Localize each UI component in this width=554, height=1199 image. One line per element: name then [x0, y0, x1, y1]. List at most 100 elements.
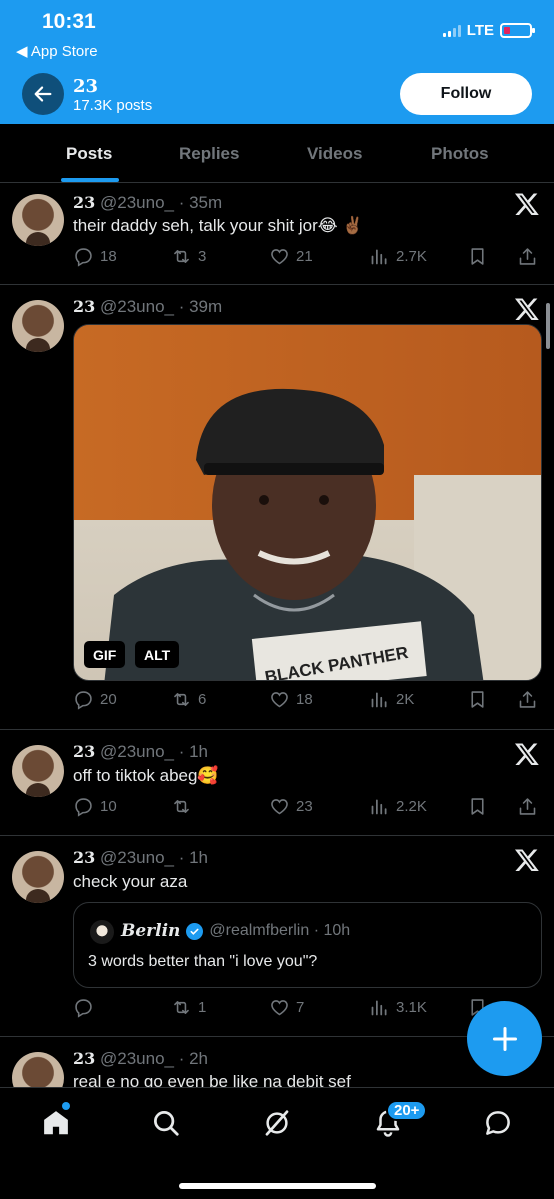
gif-badge[interactable]: GIF	[84, 641, 126, 668]
like-button[interactable]: 23	[269, 796, 313, 817]
post-meta: 23 @23uno_ · 1h	[73, 742, 208, 762]
post-text: check your aza	[73, 872, 188, 891]
avatar[interactable]	[12, 300, 64, 352]
post[interactable]: 23 @23uno_ · 1h check your aza Berlin @r…	[0, 836, 554, 1037]
post[interactable]: 23 @23uno_ · 35m their daddy seh, talk y…	[0, 183, 554, 285]
views-button[interactable]: 3.1K	[369, 997, 427, 1018]
scrollbar[interactable]	[546, 303, 550, 349]
repost-button[interactable]: 1	[171, 997, 206, 1018]
avatar[interactable]	[12, 1052, 64, 1087]
profile-header: 10:31 ◀ App Store LTE 23 17.3K posts Fol…	[0, 0, 554, 124]
status-indicators: LTE	[442, 22, 535, 39]
reply-count: 10	[100, 798, 117, 815]
reply-button[interactable]	[73, 997, 94, 1018]
heart-icon	[271, 249, 288, 265]
reply-icon	[75, 691, 92, 710]
share-button[interactable]	[517, 246, 538, 267]
quote-author-name[interactable]: Berlin	[121, 921, 180, 941]
home-indicator	[179, 1183, 376, 1189]
quoted-post[interactable]: Berlin @realmfberlin · 10h 3 words bette…	[73, 902, 542, 988]
view-count: 3.1K	[396, 999, 427, 1016]
view-count: 2.7K	[396, 248, 427, 265]
reply-count: 20	[100, 691, 117, 708]
compose-post-button[interactable]	[467, 1001, 542, 1076]
reply-button[interactable]: 18	[73, 246, 117, 267]
like-count: 23	[296, 798, 313, 815]
alt-badge[interactable]: ALT	[135, 641, 180, 668]
avatar[interactable]	[12, 194, 64, 246]
share-icon	[519, 798, 536, 815]
repost-button[interactable]: 3	[171, 246, 206, 267]
plus-icon	[492, 1026, 517, 1051]
view-count: 2K	[396, 691, 415, 708]
post[interactable]: 23 @23uno_ · 39m BLACK PANTHER GIF ALT 2…	[0, 285, 554, 730]
x-logo-icon[interactable]	[514, 847, 540, 873]
author-name[interactable]: 23	[73, 742, 95, 761]
gif-person-image: BLACK PANTHER	[104, 388, 484, 680]
post-count: 17.3K posts	[73, 97, 153, 114]
back-button[interactable]	[22, 73, 64, 115]
views-button[interactable]: 2K	[369, 689, 414, 710]
author-name[interactable]: 23	[73, 297, 95, 316]
repost-count: 1	[198, 999, 207, 1016]
reply-button[interactable]: 10	[73, 796, 117, 817]
share-icon	[519, 248, 536, 265]
tab-posts[interactable]: Posts	[66, 144, 112, 164]
x-logo-icon[interactable]	[514, 741, 540, 767]
views-button[interactable]: 2.2K	[369, 796, 427, 817]
views-button[interactable]: 2.7K	[369, 246, 427, 267]
share-button[interactable]	[517, 796, 538, 817]
handle-time: @23uno_ · 1h	[100, 742, 209, 761]
quote-meta: Berlin @realmfberlin · 10h	[121, 921, 350, 941]
nav-home[interactable]	[39, 1106, 73, 1140]
x-logo-icon[interactable]	[514, 296, 540, 322]
repost-icon	[174, 800, 189, 813]
handle-time: @23uno_ · 1h	[100, 848, 209, 867]
tab-replies[interactable]: Replies	[179, 144, 239, 164]
nav-search[interactable]	[149, 1106, 183, 1140]
repost-count: 6	[198, 691, 207, 708]
repost-button[interactable]: 6	[171, 689, 206, 710]
bookmark-icon	[471, 248, 484, 265]
post[interactable]: 23 @23uno_ · 1h off to tiktok abeg🥰 10 2…	[0, 730, 554, 836]
nav-grok[interactable]	[260, 1106, 294, 1140]
bookmark-button[interactable]	[467, 796, 488, 817]
like-button[interactable]: 21	[269, 246, 313, 267]
nav-messages[interactable]	[481, 1106, 515, 1140]
like-count: 21	[296, 248, 313, 265]
like-count: 18	[296, 691, 313, 708]
like-button[interactable]: 7	[269, 997, 304, 1018]
x-logo-icon[interactable]	[514, 191, 540, 217]
tab-videos[interactable]: Videos	[307, 144, 362, 164]
quote-avatar[interactable]	[90, 920, 114, 944]
bookmark-button[interactable]	[467, 246, 488, 267]
share-button[interactable]	[517, 689, 538, 710]
views-icon	[371, 1000, 387, 1016]
reply-icon	[75, 248, 92, 267]
author-name[interactable]: 23	[73, 848, 95, 867]
post-meta: 23 @23uno_ · 1h	[73, 848, 208, 868]
reply-button[interactable]: 20	[73, 689, 117, 710]
avatar[interactable]	[12, 851, 64, 903]
verified-badge-icon	[186, 922, 204, 940]
heart-icon	[271, 1000, 288, 1016]
quote-handle-time: @realmfberlin · 10h	[209, 922, 351, 939]
author-name[interactable]: 23	[73, 1049, 95, 1068]
avatar[interactable]	[12, 745, 64, 797]
profile-tabs: Posts Replies Videos Photos	[0, 124, 554, 183]
heart-icon	[271, 692, 288, 708]
like-button[interactable]: 18	[269, 689, 313, 710]
tab-photos[interactable]: Photos	[431, 144, 489, 164]
follow-button[interactable]: Follow	[400, 73, 532, 115]
views-icon	[371, 692, 387, 708]
share-icon	[519, 691, 536, 708]
author-name[interactable]: 23	[73, 193, 95, 212]
back-to-app-store[interactable]: ◀ App Store	[16, 42, 98, 60]
repost-count: 3	[198, 248, 207, 265]
post-actions: 18 3 21 2.7K	[73, 246, 543, 270]
profile-name: 23	[73, 76, 99, 97]
gif-media[interactable]: BLACK PANTHER GIF ALT	[73, 324, 542, 681]
repost-button[interactable]	[171, 796, 192, 817]
post-actions: 20 6 18 2K	[73, 689, 543, 713]
bookmark-button[interactable]	[467, 689, 488, 710]
